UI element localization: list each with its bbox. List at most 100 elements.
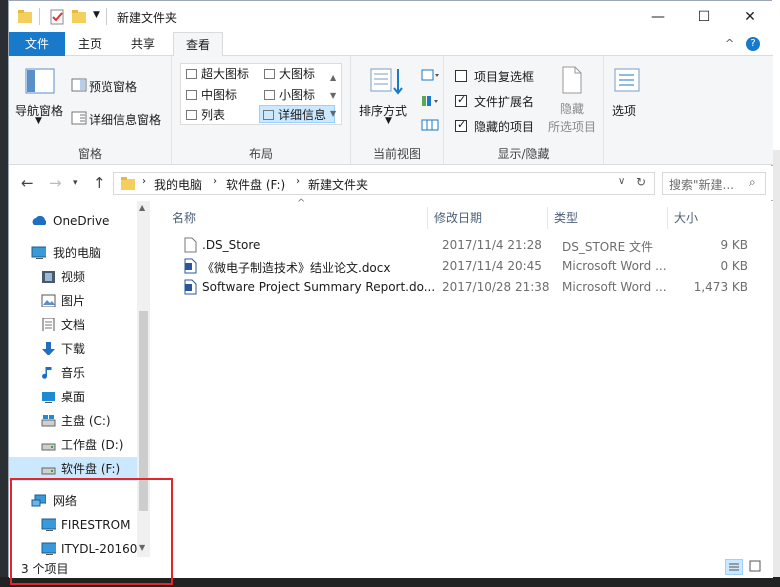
options-button[interactable]: 选项 <box>612 102 636 119</box>
close-button[interactable]: ✕ <box>727 1 773 32</box>
search-input[interactable]: 搜索"新建... <box>669 176 734 193</box>
nav-pane-dropdown-icon[interactable]: ▼ <box>35 116 42 126</box>
group-label-current-view: 当前视图 <box>372 147 421 161</box>
new-folder-icon[interactable] <box>71 8 87 26</box>
sidebar-item-documents[interactable]: 文档 <box>9 313 137 337</box>
medium-icons-icon <box>186 90 197 100</box>
hide-selected-icon[interactable] <box>561 66 583 94</box>
file-extension-toggle[interactable] <box>455 93 467 107</box>
help-icon[interactable]: ? <box>746 37 760 51</box>
sidebar-item-my-computer[interactable]: 我的电脑 <box>9 241 137 265</box>
qa-dropdown-icon[interactable]: ▼ <box>93 10 100 20</box>
qa-divider <box>39 8 40 25</box>
item-checkbox-toggle[interactable] <box>455 70 467 82</box>
tab-home[interactable]: 主页 <box>69 32 111 56</box>
group-by-icon[interactable] <box>421 68 439 82</box>
group-show-hide: 项目复选框 文件扩展名 隐藏的项目 隐藏 所选项目 显示/隐藏 <box>444 56 604 165</box>
column-header-type[interactable]: 类型 <box>548 207 668 229</box>
forward-arrow-icon[interactable]: → <box>49 174 62 192</box>
properties-icon[interactable] <box>49 8 65 26</box>
hidden-items-label: 隐藏的项目 <box>474 120 535 134</box>
breadcrumb-my-computer[interactable]: 我的电脑 <box>154 176 202 193</box>
word-document-icon <box>184 279 197 295</box>
sort-dropdown-icon[interactable]: ▼ <box>385 116 392 126</box>
collapse-ribbon-icon[interactable]: ^ <box>725 37 734 50</box>
small-icons-icon <box>264 90 275 100</box>
sidebar-item-onedrive[interactable]: OneDrive <box>9 209 137 233</box>
size-columns-icon[interactable] <box>421 118 439 132</box>
file-size: 9 KB <box>720 238 748 252</box>
qa-divider-2 <box>106 8 107 25</box>
sort-by-button[interactable]: 排序方式 <box>359 102 407 119</box>
scroll-up-icon[interactable]: ▲ <box>139 203 145 212</box>
file-size: 1,473 KB <box>693 280 748 294</box>
extra-large-icons-icon <box>186 69 197 79</box>
group-current-view: 排序方式 ▼ 当前视图 <box>351 56 444 165</box>
file-size: 0 KB <box>720 259 748 273</box>
layout-large-icons[interactable]: 大图标 <box>261 65 315 83</box>
maximize-button[interactable]: ☐ <box>681 1 727 32</box>
layout-details[interactable]: 详细信息 <box>259 105 335 123</box>
layout-medium-icons[interactable]: 中图标 <box>183 86 237 104</box>
group-label-layout: 布局 <box>248 147 273 161</box>
desktop-icon <box>42 392 55 403</box>
address-dropdown-icon[interactable]: ∨ <box>618 176 625 187</box>
folder-icon[interactable] <box>17 8 33 26</box>
sidebar-item-drive-d[interactable]: 工作盘 (D:) <box>9 433 137 457</box>
layout-list[interactable]: 列表 <box>183 106 225 124</box>
list-icon <box>186 110 197 120</box>
breadcrumb-new-folder[interactable]: 新建文件夹 <box>308 176 368 193</box>
nav-pane-icon[interactable] <box>25 68 55 94</box>
table-row[interactable]: .DS_Store 2017/11/4 21:28 DS_STORE 文件 9 … <box>170 235 750 256</box>
layout-scroll-up-icon[interactable]: ▲ <box>330 73 336 82</box>
drive-icon <box>41 467 56 475</box>
file-list: ^ 名称 修改日期 类型 大小 .DS_Store 2017/11/4 21:2… <box>150 198 773 557</box>
sidebar-item-desktop[interactable]: 桌面 <box>9 385 137 409</box>
title-bar: ▼ 新建文件夹 — ☐ ✕ <box>9 1 773 32</box>
breadcrumb-separator-icon[interactable]: › <box>296 176 300 187</box>
address-bar[interactable]: › 我的电脑 › 软件盘 (F:) › 新建文件夹 ∨ ↻ <box>113 172 655 195</box>
recent-locations-icon[interactable]: ▾ <box>73 178 78 188</box>
tab-view[interactable]: 查看 <box>173 32 223 57</box>
file-date: 2017/11/4 21:28 <box>442 238 542 252</box>
layout-extra-large-icons[interactable]: 超大图标 <box>183 65 249 83</box>
sidebar-item-drive-c[interactable]: 主盘 (C:) <box>9 409 137 433</box>
file-type: DS_STORE 文件 <box>562 240 653 254</box>
table-row[interactable]: Software Project Summary Report.do... 20… <box>170 277 750 298</box>
search-box[interactable]: 搜索"新建... ⌕ <box>662 172 766 195</box>
group-panes: 导航窗格 ▼ 预览窗格 详细信息窗格 窗格 <box>9 56 172 165</box>
refresh-icon[interactable]: ↻ <box>636 175 646 189</box>
sort-by-icon[interactable] <box>369 66 405 96</box>
column-header-name[interactable]: 名称 <box>166 207 428 229</box>
breadcrumb-separator-icon[interactable]: › <box>213 176 217 187</box>
preview-pane-icon <box>71 78 87 92</box>
layout-small-icons[interactable]: 小图标 <box>261 86 315 104</box>
details-view-toggle[interactable] <box>725 559 743 575</box>
layout-scroll-down-icon[interactable]: ▼ <box>330 91 336 100</box>
add-columns-icon[interactable] <box>421 94 439 108</box>
sidebar-item-videos[interactable]: 视频 <box>9 265 137 289</box>
preview-pane-button[interactable]: 预览窗格 <box>89 78 137 95</box>
minimize-button[interactable]: — <box>635 1 681 32</box>
details-pane-button[interactable]: 详细信息窗格 <box>89 111 161 128</box>
drive-icon <box>41 443 56 451</box>
tab-share[interactable]: 共享 <box>121 32 165 56</box>
sidebar-item-downloads[interactable]: 下载 <box>9 337 137 361</box>
layout-more-icon[interactable]: ▼ <box>330 109 336 118</box>
sidebar-item-music[interactable]: 音乐 <box>9 361 137 385</box>
large-icons-view-toggle[interactable] <box>747 559 765 575</box>
breadcrumb-separator-icon[interactable]: › <box>142 176 146 187</box>
search-icon[interactable]: ⌕ <box>749 175 756 190</box>
sidebar-item-pictures[interactable]: 图片 <box>9 289 137 313</box>
options-icon[interactable] <box>614 68 640 92</box>
column-header-size[interactable]: 大小 <box>668 207 744 229</box>
hidden-items-toggle[interactable] <box>455 118 467 132</box>
table-row[interactable]: 《微电子制造技术》结业论文.docx 2017/11/4 20:45 Micro… <box>170 256 750 277</box>
breadcrumb-drive-f[interactable]: 软件盘 (F:) <box>226 176 285 193</box>
back-arrow-icon[interactable]: ← <box>21 174 34 192</box>
up-arrow-icon[interactable]: ↑ <box>93 174 106 192</box>
column-header-date[interactable]: 修改日期 <box>428 207 548 229</box>
tab-file[interactable]: 文件 <box>9 32 65 56</box>
desktop-background <box>0 0 8 587</box>
details-view-icon <box>729 563 739 571</box>
